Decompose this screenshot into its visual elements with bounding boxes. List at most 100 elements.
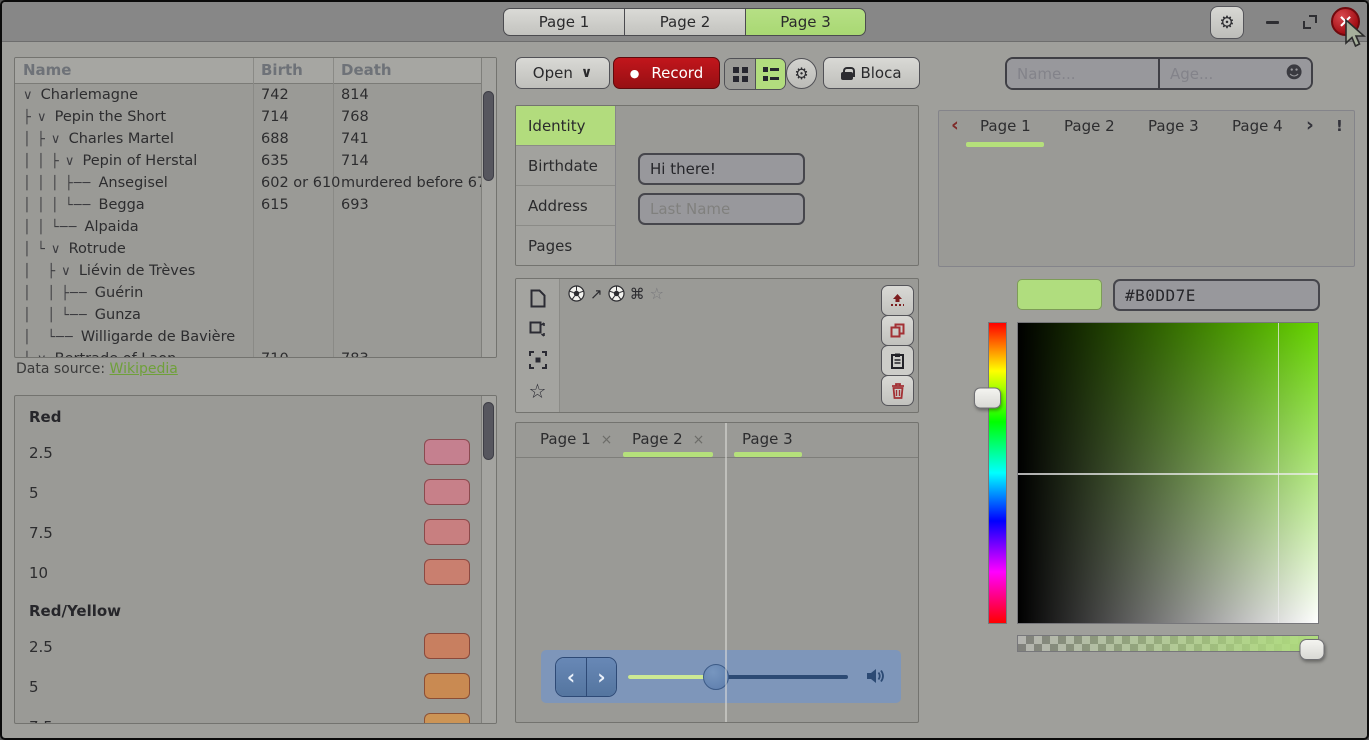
record-button[interactable]: ● Record [613, 57, 720, 89]
tree-guides: │ │ │ ├── [23, 176, 97, 191]
paste-icon [891, 353, 904, 369]
top-tab-page-2[interactable]: Page 2 [624, 8, 745, 36]
color-swatch [424, 633, 470, 659]
col-header-death[interactable]: Death [341, 61, 392, 79]
lock-button[interactable]: Bloca [823, 57, 920, 89]
grid-view-toggle[interactable] [725, 59, 755, 89]
tree-row[interactable]: │ │ │ └── Begga 615 693 [15, 194, 480, 216]
right-tab-page-2[interactable]: Page 2 [1064, 117, 1115, 135]
delete-button[interactable] [881, 375, 914, 406]
volume-icon[interactable] [865, 666, 885, 686]
list-item[interactable]: 2.5 [15, 439, 480, 469]
tree-row[interactable]: │ │ ├── Guérin [15, 282, 480, 304]
view-toggle-group [724, 58, 786, 90]
tree-row[interactable]: ├ ∨ Pepin the Short 714 768 [15, 106, 480, 128]
prev-button[interactable]: ‹ [556, 658, 586, 696]
current-color-swatch[interactable] [1017, 279, 1102, 310]
tree-row[interactable]: │ │ └── Gunza [15, 304, 480, 326]
top-tab-page-3[interactable]: Page 3 [745, 8, 866, 36]
tree-row[interactable]: │ │ │ ├── Ansegisel 602 or 610 murdered … [15, 172, 480, 194]
form-tab-birthdate[interactable]: Birthdate [516, 146, 615, 186]
list-scrollbar-thumb[interactable] [483, 402, 494, 460]
tree-name: Guérin [93, 285, 144, 301]
grid-icon [733, 67, 748, 82]
app-window: Page 1 Page 2 Page 3 ⚙ × Name Birth Deat… [0, 0, 1369, 740]
icon-strip: ☆ [516, 279, 560, 412]
focus-icon[interactable] [529, 351, 547, 369]
tree-guides: │ │ ├── [23, 286, 93, 301]
tree-guides: │ ├ ∨ [23, 132, 67, 147]
slider-track[interactable] [628, 675, 848, 679]
tree-row[interactable]: │ ├ ∨ Charles Martel 688 741 [15, 128, 480, 150]
sv-square[interactable] [1017, 322, 1319, 624]
lock-icon [841, 67, 853, 80]
hue-slider[interactable] [988, 322, 1007, 624]
list-item[interactable]: 5 [15, 479, 480, 509]
top-tab-page-1[interactable]: Page 1 [503, 8, 624, 36]
minimize-button[interactable] [1260, 10, 1284, 34]
section-title-red: Red [29, 408, 61, 426]
right-tab-page-3[interactable]: Page 3 [1148, 117, 1199, 135]
name-age-input-group: ☻ [1005, 57, 1313, 90]
settings-button[interactable]: ⚙ [1210, 6, 1244, 39]
close-tab-icon[interactable]: × [601, 432, 613, 448]
list-item[interactable]: 7.5 [15, 713, 480, 724]
hue-handle[interactable] [974, 388, 1001, 409]
paste-button[interactable] [881, 345, 914, 376]
doc-tab-page-1[interactable]: Page 1× [540, 423, 612, 458]
first-name-input[interactable] [638, 153, 805, 185]
form-tab-identity[interactable]: Identity [516, 106, 615, 146]
tree-scrollbar-thumb[interactable] [483, 91, 494, 181]
list-item[interactable]: 5 [15, 673, 480, 703]
tree-birth: 615 [261, 194, 289, 216]
pane-splitter[interactable] [725, 423, 727, 722]
next-button[interactable]: › [586, 658, 616, 696]
tree-row[interactable]: ∨ Charlemagne 742 814 [15, 84, 480, 106]
close-tab-icon[interactable]: × [693, 432, 705, 448]
tree-row[interactable]: │ ├ ∨ Liévin de Trèves [15, 260, 480, 282]
tree-row[interactable]: │ └ ∨ Rotrude [15, 238, 480, 260]
list-item[interactable]: 7.5 [15, 519, 480, 549]
alpha-slider[interactable] [1017, 635, 1319, 652]
last-name-input[interactable] [638, 193, 805, 225]
name-input[interactable] [1007, 59, 1158, 88]
settings-round-button[interactable]: ⚙ [786, 58, 817, 89]
upload-button[interactable] [881, 285, 914, 316]
next-arrow-icon: › [597, 665, 605, 689]
scroll-tabs-left-button[interactable]: ‹ [951, 114, 959, 136]
document-icon[interactable] [530, 289, 546, 308]
tree-row[interactable]: │ └── Willigarde de Bavière [15, 326, 480, 348]
maximize-button[interactable] [1298, 10, 1322, 34]
resize-icon[interactable] [529, 321, 546, 338]
list-icon [763, 67, 779, 82]
list-item[interactable]: 10 [15, 559, 480, 589]
copy-button[interactable] [881, 315, 914, 346]
col-header-birth[interactable]: Birth [261, 61, 303, 79]
media-bar: ‹ › [541, 650, 901, 703]
tree-death: 814 [341, 84, 369, 106]
form-tab-address[interactable]: Address [516, 186, 615, 226]
tab-overflow-indicator[interactable]: ! [1336, 117, 1343, 135]
hex-color-input[interactable] [1113, 279, 1320, 311]
emoji-icon[interactable]: ☻ [1285, 63, 1303, 83]
scroll-tabs-right-button[interactable]: › [1306, 114, 1314, 136]
right-tab-page-4[interactable]: Page 4 [1232, 117, 1283, 135]
right-tab-page-1[interactable]: Page 1 [980, 117, 1031, 135]
alpha-handle[interactable] [1300, 639, 1325, 660]
item-label: 5 [29, 484, 39, 502]
col-header-name[interactable]: Name [23, 61, 71, 79]
tree-row[interactable]: └ ∨ Bertrade of Laon 710 783 [15, 348, 480, 358]
tree-row[interactable]: │ │ ├ ∨ Pepin of Herstal 635 714 [15, 150, 480, 172]
color-swatch [424, 713, 470, 724]
tree-row[interactable]: │ │ └── Alpaida [15, 216, 480, 238]
star-icon[interactable]: ☆ [529, 382, 547, 400]
data-source-line: Data source: Wikipedia [16, 361, 178, 377]
open-dropdown-button[interactable]: Open ∨ [515, 57, 610, 89]
tree-guides: │ └── [23, 330, 79, 345]
form-tab-pages[interactable]: Pages [516, 226, 615, 266]
tree-guides: │ │ ├ ∨ [23, 154, 81, 169]
list-item[interactable]: 2.5 [15, 633, 480, 663]
list-view-toggle[interactable] [755, 59, 785, 89]
wikipedia-link[interactable]: Wikipedia [110, 361, 178, 377]
tree-guides: │ │ └── [23, 308, 93, 323]
